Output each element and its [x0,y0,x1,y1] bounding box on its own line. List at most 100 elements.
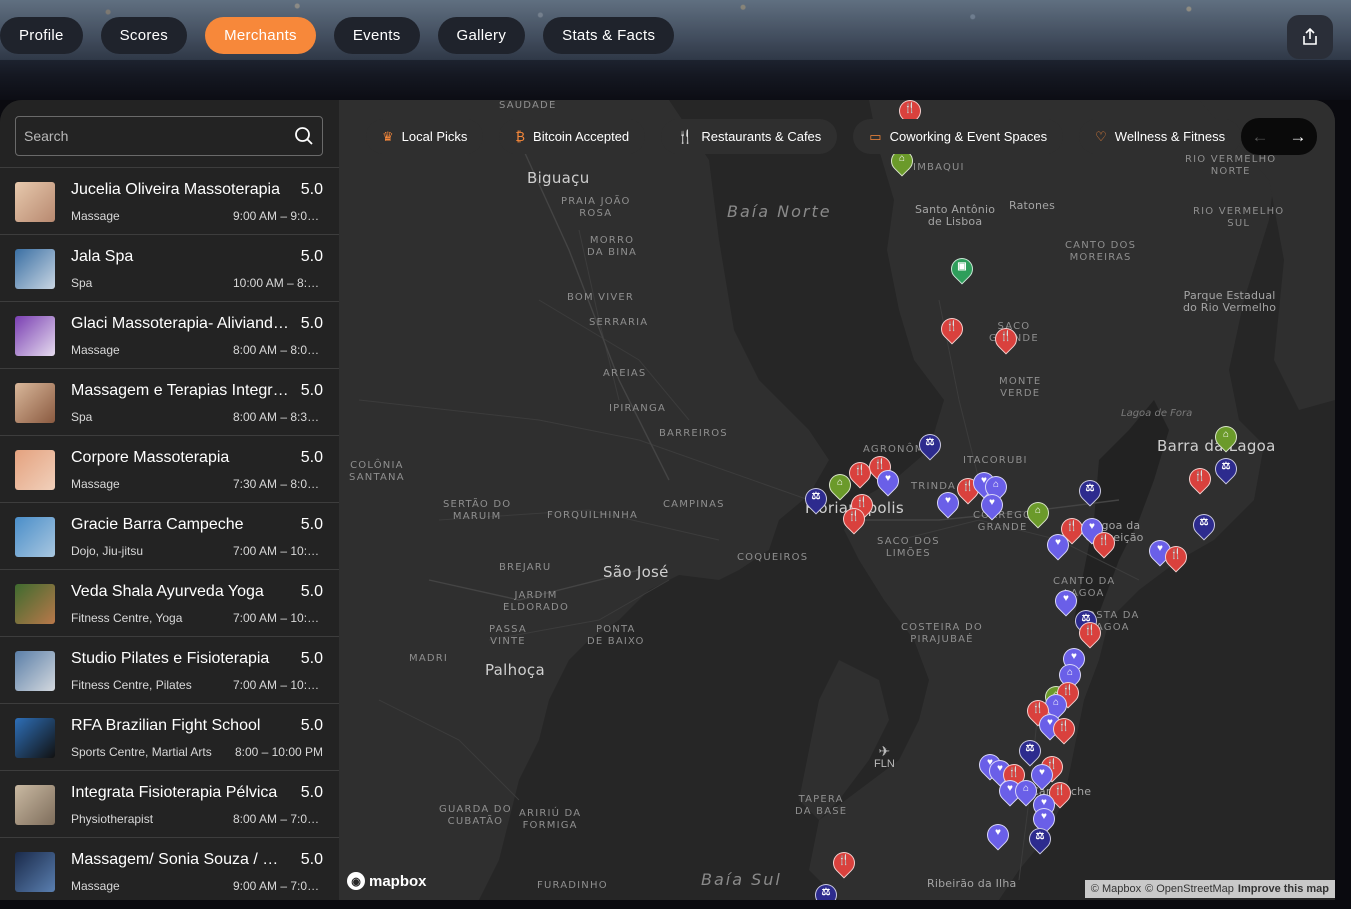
fitness-pin[interactable]: ⚖ [1024,823,1056,856]
map-place-label: FURADINHO [537,880,608,891]
merchant-list-item[interactable]: Studio Pilates e Fisioterapia 5.0 Fitness … [0,636,339,703]
osm-attribution-link[interactable]: © OpenStreetMap [1145,883,1234,895]
fitness-pin[interactable]: ⚖ [1188,509,1220,542]
mapbox-logo[interactable]: ◉ mapbox [347,872,427,890]
merchant-list-item[interactable]: Integrata Fisioterapia Pélvica 5.0 Physiot… [0,770,339,837]
merchant-list-item[interactable]: Corpore Massoterapia 5.0 Massage 7:30 AM – … [0,435,339,502]
scroll-right-icon[interactable]: → [1290,127,1307,147]
tab-merchants[interactable]: Merchants [205,17,316,54]
restaurant-pin[interactable]: 🍴 [1048,713,1080,746]
map-place-label: MADRI [409,653,449,664]
restaurant-pin[interactable]: 🍴 [828,847,860,880]
map-view[interactable]: SAUDADE Biguaçu PRAIA JOÃO ROSA Baía Norte M… [339,100,1335,900]
map-place-label: VIMBAQUI [905,162,965,173]
merchant-thumbnail [15,785,55,825]
local-pick-pin[interactable]: ⌂ [824,469,856,502]
filter-scroll-controls: ← → [1241,118,1317,155]
filter-chip-bitcoin-accepted[interactable]: ₿ Bitcoin Accepted [499,119,646,154]
merchant-thumbnail [15,182,55,222]
map-place-label: Parque Estadual do Rio Vermelho [1183,289,1277,314]
wellness-pin[interactable]: ♥ [1050,585,1082,618]
merchant-category: Fitness Centre, Pilates [71,678,192,692]
wellness-pin[interactable]: ♥ [976,489,1008,522]
merchant-list-item[interactable]: Gracie Barra Campeche 5.0 Dojo, Jiu-jitsu 7… [0,502,339,569]
merchant-list-item[interactable]: Glaci Massoterapia- Aliviando dores 5.0 Ma… [0,301,339,368]
restaurant-pin[interactable]: 🍴 [1088,527,1120,560]
tab-scores[interactable]: Scores [100,17,188,54]
restaurant-pin[interactable]: 🍴 [990,323,1022,356]
pin-glyph-icon: ♥ [1055,537,1061,548]
restaurant-pin[interactable]: 🍴 [1184,463,1216,496]
restaurant-pin[interactable]: 🍴 [936,313,968,346]
pin-glyph-icon: ♥ [945,495,951,506]
map-attribution: © Mapbox © OpenStreetMap Improve this ma… [1084,880,1335,898]
merchant-hours: 7:00 AM – 10:00 PM [233,544,323,558]
merchant-thumbnail [15,852,55,892]
search-input[interactable] [24,128,294,144]
filter-chip-restaurants-cafes[interactable]: 🍴 Restaurants & Cafes [661,119,838,154]
fitness-pin[interactable]: ⚖ [800,483,832,516]
scroll-left-icon[interactable]: ← [1252,127,1269,147]
pin-glyph-icon: ⚖ [821,887,831,898]
pin-glyph-icon: 🍴 [1031,703,1045,714]
merchant-name: Corpore Massoterapia [71,449,230,466]
wellness-pin[interactable]: ♥ [872,465,904,498]
pin-glyph-icon: 🍴 [873,459,887,470]
merchant-name: Glaci Massoterapia- Aliviando dores [71,315,289,332]
search-box [15,116,323,156]
fitness-pin[interactable]: ⚖ [1210,453,1242,486]
pin-glyph-icon: 🍴 [855,497,869,508]
filter-chip-coworking-event-spaces[interactable]: ▭ Coworking & Event Spaces [853,119,1064,154]
filter-chip-label: Restaurants & Cafes [701,129,822,144]
wellness-pin[interactable]: ♥ [982,819,1014,852]
map-place-label: MORRO DA BINA [587,235,638,258]
pin-glyph-icon: 🍴 [847,511,861,522]
map-place-label: ARIRIÚ DA FORMIGA [519,808,582,831]
airport-marker: ✈ FLN [874,743,895,771]
crown-icon: ♛ [382,128,394,144]
filter-chip-local-picks[interactable]: ♛ Local Picks [366,119,484,154]
pin-glyph-icon: ⚖ [1221,461,1231,472]
tab-gallery[interactable]: Gallery [437,17,526,54]
map-place-label: BARREIROS [659,428,728,439]
merchant-list-item[interactable]: Massagem/ Sonia Souza / Reiki 5.0 Massage 9… [0,837,339,900]
merchant-list-item[interactable]: Jala Spa 5.0 Spa 10:00 AM – 8:00 PM [0,234,339,301]
search-icon[interactable] [294,126,314,146]
merchant-category: Spa [71,276,93,290]
merchant-list-item[interactable]: Jucelia Oliveira Massoterapia 5.0 Massage 9… [0,167,339,234]
merchant-list-item[interactable]: Massagem e Terapias Integrativas 5.0 Spa 8:… [0,368,339,435]
map-place-label: AREIAS [603,368,647,379]
restaurant-pin[interactable]: 🍴 [1160,541,1192,574]
tab-stats-facts[interactable]: Stats & Facts [543,17,675,54]
restaurant-pin[interactable]: 🍴 [838,503,870,536]
merchant-category: Dojo, Jiu-jitsu [71,544,144,558]
share-button[interactable] [1287,15,1333,59]
mapbox-logo-text: mapbox [369,872,427,890]
wellness-pin[interactable]: ♥ [932,487,964,520]
fitness-pin[interactable]: ⚖ [810,879,842,900]
local-pick-pin[interactable]: ⌂ [1022,497,1054,530]
map-place-label: PRAIA JOÃO ROSA [561,196,631,219]
tab-events[interactable]: Events [333,17,420,54]
map-place-label: Lagoa de Fora [1121,408,1193,419]
merchant-list-item[interactable]: RFA Brazilian Fight School 5.0 Sports Cent… [0,703,339,770]
improve-map-link[interactable]: Improve this map [1238,883,1329,895]
pin-glyph-icon: ▣ [957,261,967,272]
merchant-list-item[interactable]: Veda Shala Ayurveda Yoga 5.0 Fitness Centr… [0,569,339,636]
fitness-pin[interactable]: ⚖ [914,429,946,462]
local-pick-pin[interactable]: ⌂ [886,145,918,178]
filter-chip-wellness-fitness[interactable]: ♡ Wellness & Fitness [1079,119,1242,154]
pin-glyph-icon: ♥ [1063,593,1069,604]
pin-glyph-icon: ♥ [995,827,1001,838]
coworking-pin[interactable]: ▣ [946,253,978,286]
pin-glyph-icon: 🍴 [1169,549,1183,560]
tab-profile[interactable]: Profile [0,17,83,54]
pin-glyph-icon: ⌂ [992,479,1000,490]
restaurant-pin[interactable]: 🍴 [1074,617,1106,650]
wellness-pin[interactable]: ♥ [1042,529,1074,562]
local-pick-pin[interactable]: ⌂ [1210,421,1242,454]
mapbox-attribution-link[interactable]: © Mapbox [1091,883,1141,895]
fitness-pin[interactable]: ⚖ [1074,475,1106,508]
filter-chip-label: Bitcoin Accepted [533,129,630,144]
airplane-icon: ✈ [878,743,891,759]
